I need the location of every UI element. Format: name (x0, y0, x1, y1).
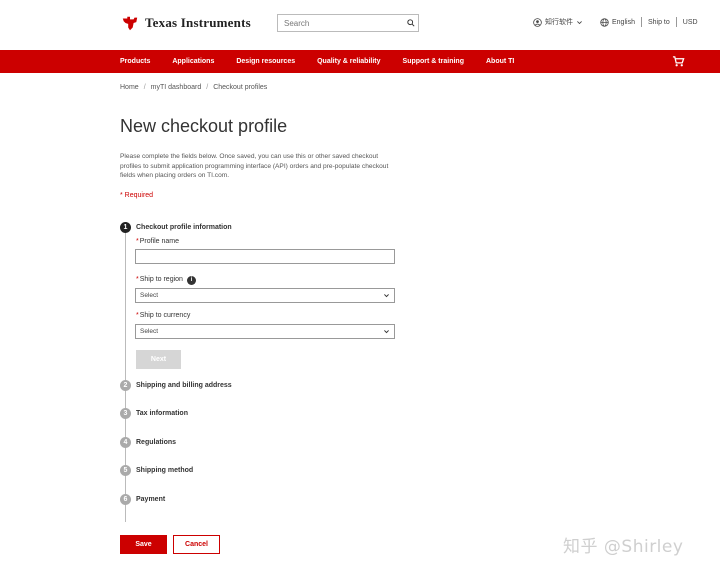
divider (640, 17, 642, 27)
step-4-label: Regulations (136, 439, 177, 446)
globe-icon (600, 17, 609, 27)
ti-logo-icon (122, 16, 138, 31)
step-6-number: 6 (120, 494, 131, 505)
breadcrumb-myti-dashboard[interactable]: myTI dashboard (151, 84, 202, 91)
currency-link[interactable]: USD (683, 19, 698, 26)
breadcrumb-home[interactable]: Home (120, 84, 139, 91)
chevron-down-icon (384, 330, 389, 334)
ship-currency-value: Select (140, 328, 159, 335)
cancel-button[interactable]: Cancel (173, 535, 220, 554)
profile-name-label: *Profile name (136, 238, 180, 245)
stepper-line (124, 232, 126, 522)
watermark-text: 知乎 @Shirley (563, 537, 684, 557)
breadcrumb-checkout-profiles: Checkout profiles (213, 84, 268, 91)
search-box[interactable] (277, 14, 419, 32)
search-icon[interactable] (404, 19, 418, 27)
nav-item-quality-reliability[interactable]: Quality & reliability (317, 58, 380, 65)
step-5-number: 5 (120, 465, 131, 476)
nav-item-design-resources[interactable]: Design resources (236, 58, 295, 65)
cart-icon[interactable] (672, 55, 685, 68)
account-name: 知行软件 (545, 19, 573, 26)
profile-name-field[interactable] (135, 249, 395, 264)
step-4-number: 4 (120, 437, 131, 448)
ship-currency-select[interactable]: Select (135, 324, 395, 339)
nav-item-support-training[interactable]: Support & training (403, 58, 464, 65)
info-icon[interactable]: i (187, 276, 196, 285)
step-2-label: Shipping and billing address (136, 382, 232, 389)
ship-region-label: *Ship to region (136, 276, 183, 283)
step-1-label: Checkout profile information (136, 224, 232, 231)
nav-item-applications[interactable]: Applications (172, 58, 214, 65)
step-3-number: 3 (120, 408, 131, 419)
ship-region-select[interactable]: Select (135, 288, 395, 303)
ti-logo[interactable]: Texas Instruments (121, 14, 251, 32)
search-input[interactable] (278, 15, 404, 31)
ship-to-link[interactable]: Ship to (648, 19, 670, 26)
brand-name: Texas Instruments (145, 15, 251, 30)
breadcrumb-separator: / (143, 84, 146, 91)
step-5-label: Shipping method (136, 467, 194, 474)
step-2-number: 2 (120, 380, 131, 391)
nav-item-products[interactable]: Products (120, 58, 150, 65)
next-button[interactable]: Next (136, 350, 181, 369)
breadcrumb-separator: / (206, 84, 209, 91)
save-button[interactable]: Save (120, 535, 167, 554)
utility-nav: 知行软件 English Ship to USD (533, 17, 698, 27)
ship-region-value: Select (140, 292, 159, 299)
top-header: Texas Instruments 知行软件 English Ship to U… (0, 0, 720, 50)
language-selector[interactable]: English (600, 17, 635, 27)
intro-text: Please complete the fields below. Once s… (120, 153, 389, 180)
required-note: * Required (120, 192, 154, 199)
chevron-down-icon (577, 20, 582, 24)
account-menu[interactable]: 知行软件 (533, 17, 583, 27)
language-label: English (612, 18, 635, 26)
step-3-label: Tax information (136, 410, 188, 417)
breadcrumb: Home / myTI dashboard / Checkout profile… (120, 84, 267, 91)
user-icon (533, 17, 542, 27)
main-nav: Products Applications Design resources Q… (0, 50, 720, 73)
page-title: New checkout profile (120, 116, 288, 136)
chevron-down-icon (384, 294, 389, 298)
nav-item-about-ti[interactable]: About TI (486, 58, 514, 65)
ship-currency-label: *Ship to currency (136, 312, 191, 319)
step-1-number: 1 (120, 222, 131, 233)
step-6-label: Payment (136, 496, 166, 503)
divider (675, 17, 677, 27)
